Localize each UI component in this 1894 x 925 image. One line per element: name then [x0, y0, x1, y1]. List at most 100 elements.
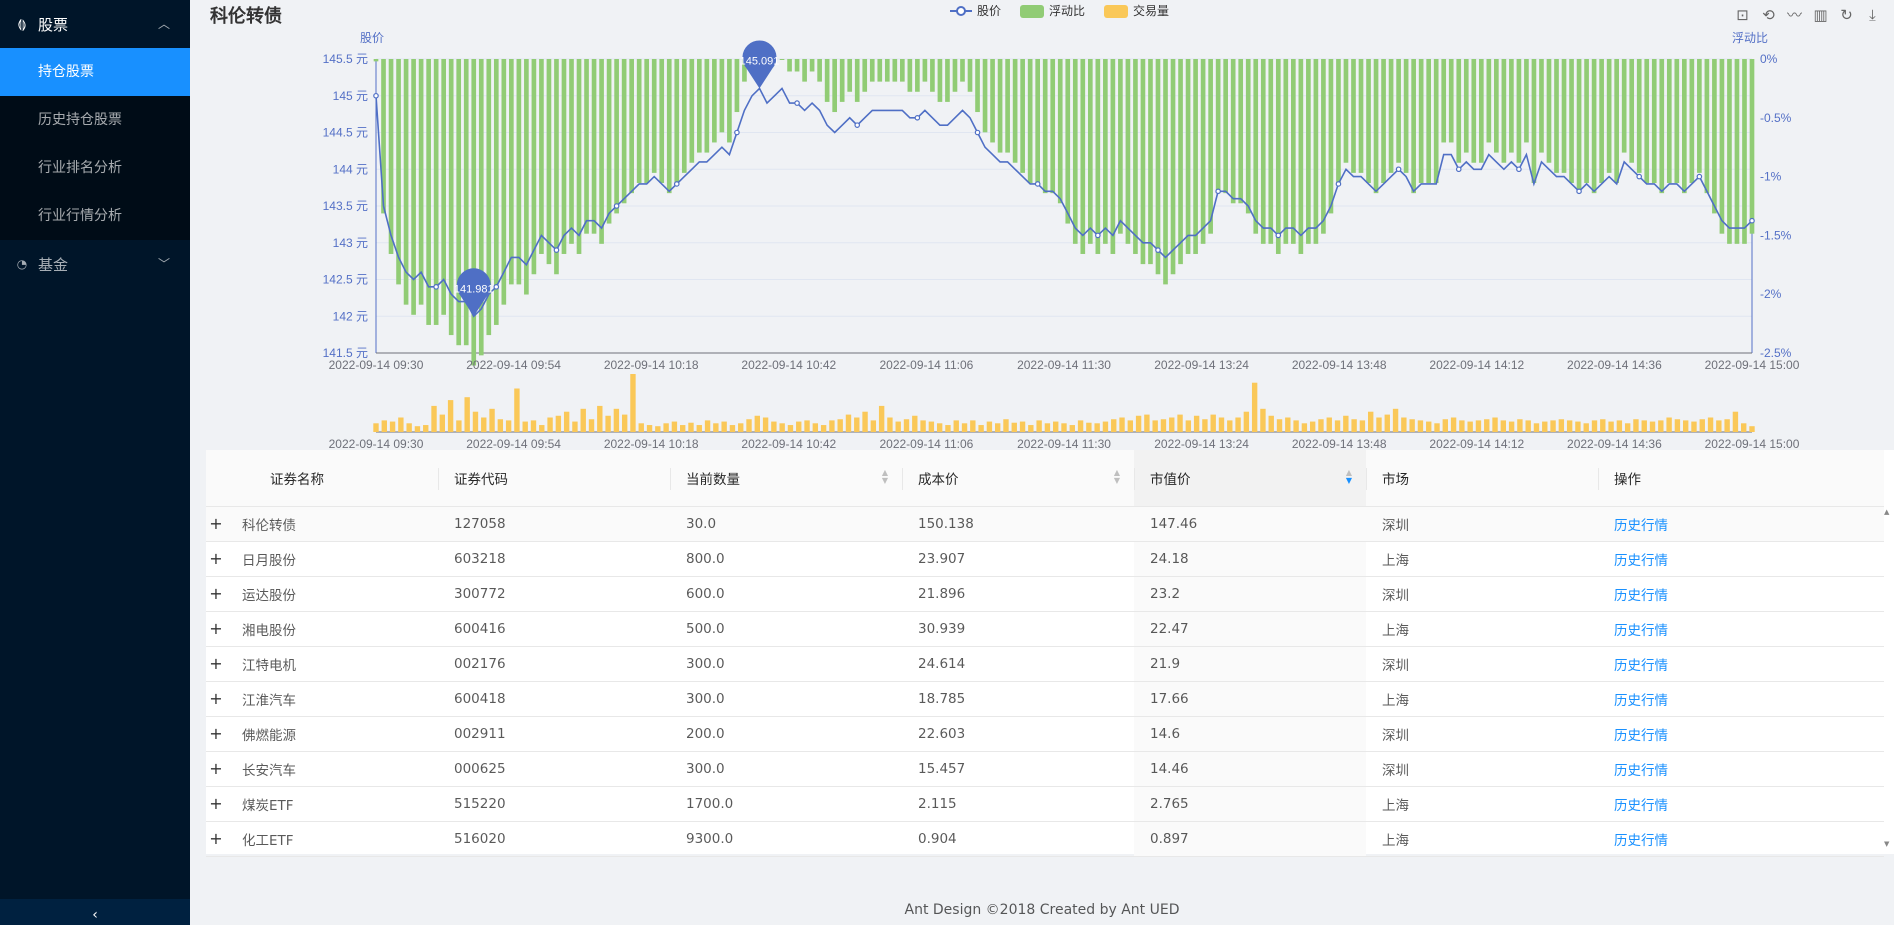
column-header-value[interactable]: 市值价 ▲ ▼	[1134, 450, 1366, 507]
history-quote-link[interactable]: 历史行情	[1614, 623, 1668, 639]
volume-bar	[447, 400, 454, 432]
expand-row-button[interactable]: +	[206, 751, 226, 787]
cell-name: 长安汽车	[226, 751, 438, 787]
volume-bar	[887, 417, 893, 432]
cell-value: 24.18	[1134, 541, 1366, 577]
float-bar	[847, 59, 853, 92]
expand-row-button[interactable]: +	[206, 541, 226, 577]
volume-bar	[1111, 419, 1117, 432]
history-quote-link[interactable]: 历史行情	[1614, 553, 1668, 569]
table-row: + 煤炭ETF 515220 1700.0 2.115 2.765 上海 历史行情	[206, 786, 1884, 822]
sort-icon[interactable]: ▲ ▼	[1114, 469, 1120, 485]
volume-bar	[381, 420, 387, 432]
volume-bar	[903, 419, 910, 432]
volume-bar	[754, 415, 760, 432]
history-quote-link[interactable]: 历史行情	[1614, 763, 1668, 779]
cell-cost: 22.603	[902, 716, 1134, 752]
history-quote-link[interactable]: 历史行情	[1614, 518, 1668, 534]
cell-qty: 300.0	[670, 681, 902, 717]
volume-bar	[1392, 408, 1399, 432]
sidebar-item-history-holdings[interactable]: 历史持仓股票	[0, 96, 190, 144]
float-bar	[1734, 59, 1740, 244]
volume-bar	[1741, 423, 1747, 432]
volume-bar	[771, 421, 777, 432]
volume-bar	[1251, 382, 1258, 432]
volume-bar	[1591, 420, 1598, 432]
expand-row-button[interactable]: +	[206, 821, 226, 857]
sidebar-item-industry-rank[interactable]: 行业排名分析	[0, 144, 190, 192]
volume-bar	[1086, 422, 1092, 432]
float-bar	[854, 59, 860, 102]
volume-bar	[820, 425, 827, 432]
x-tick-label: 2022-09-14 14:36	[1567, 358, 1662, 372]
volume-bar	[796, 421, 802, 432]
volume-bar	[1077, 420, 1084, 432]
x-tick-label: 2022-09-14 14:12	[1429, 358, 1524, 372]
table-scrollbar[interactable]: ▲ ▼	[1884, 508, 1892, 848]
sort-icon[interactable]: ▲ ▼	[882, 469, 888, 485]
expand-row-button[interactable]: +	[206, 611, 226, 647]
volume-bar	[1707, 417, 1714, 432]
history-quote-link[interactable]: 历史行情	[1614, 693, 1668, 709]
history-quote-link[interactable]: 历史行情	[1614, 588, 1668, 604]
expand-row-button[interactable]: +	[206, 681, 226, 717]
expand-row-button[interactable]: +	[206, 576, 226, 612]
cell-market: 上海	[1366, 541, 1598, 577]
float-bar	[1584, 59, 1589, 184]
volume-bar	[680, 425, 686, 432]
volume-bar	[854, 417, 860, 432]
volume-bar	[862, 411, 868, 432]
cell-action: 历史行情	[1598, 541, 1884, 577]
y-left-tick-label: 143 元	[333, 236, 368, 250]
float-bar	[734, 59, 740, 113]
float-bar	[1306, 59, 1311, 244]
cell-qty: 30.0	[670, 506, 902, 542]
expand-row-button[interactable]: +	[206, 716, 226, 752]
expand-column-header	[206, 450, 226, 507]
cell-name: 煤炭ETF	[226, 786, 438, 822]
sidebar-item-holdings[interactable]: 持仓股票	[0, 48, 190, 96]
float-bar	[990, 59, 995, 143]
collapse-sidebar-button[interactable]: ‹	[0, 899, 190, 925]
history-quote-link[interactable]: 历史行情	[1614, 798, 1668, 814]
float-bar	[1140, 59, 1146, 265]
expand-row-button[interactable]: +	[206, 506, 226, 542]
history-quote-link[interactable]: 历史行情	[1614, 728, 1668, 744]
volume-bar	[1003, 419, 1009, 432]
menu-group-fund[interactable]: ◔ 基金 ﹀	[0, 240, 190, 288]
volume-bar	[1185, 420, 1192, 432]
cell-value: 21.9	[1134, 646, 1366, 682]
float-bar	[967, 59, 973, 92]
volume-bar	[1061, 423, 1067, 432]
float-bar	[418, 59, 424, 305]
history-quote-link[interactable]: 历史行情	[1614, 658, 1668, 674]
volume-bar	[1318, 419, 1324, 432]
expand-row-button[interactable]: +	[206, 786, 226, 822]
sidebar-item-industry-market[interactable]: 行业行情分析	[0, 192, 190, 240]
float-bar	[862, 59, 868, 92]
volume-bar	[646, 425, 653, 432]
sort-icon[interactable]: ▲ ▼	[1346, 469, 1352, 485]
menu-group-stock[interactable]: ⟬⟭ 股票 ︿	[0, 0, 190, 48]
float-bar	[629, 59, 634, 194]
float-bar	[1478, 59, 1484, 163]
column-header-cost[interactable]: 成本价 ▲ ▼	[902, 450, 1134, 507]
volume-bar	[1666, 417, 1672, 432]
expand-row-button[interactable]: +	[206, 646, 226, 682]
column-header-qty[interactable]: 当前数量 ▲ ▼	[670, 450, 902, 507]
float-bar	[1215, 59, 1221, 194]
price-chart: 141.5 元142 元142.5 元143 元143.5 元144 元144.…	[323, 3, 1800, 450]
float-bar	[1005, 59, 1010, 153]
float-bar	[1103, 59, 1108, 244]
legend-float-swatch	[1020, 5, 1044, 18]
cell-value: 14.46	[1134, 751, 1366, 787]
volume-bar	[1028, 425, 1034, 432]
history-quote-link[interactable]: 历史行情	[1614, 833, 1668, 849]
cell-value: 147.46	[1134, 506, 1366, 542]
float-bar	[1651, 59, 1657, 184]
volume-bar	[738, 423, 744, 432]
cell-action: 历史行情	[1598, 681, 1884, 717]
volume-bar	[870, 420, 877, 432]
volume-bar	[1210, 414, 1216, 432]
float-bar	[1065, 59, 1071, 224]
